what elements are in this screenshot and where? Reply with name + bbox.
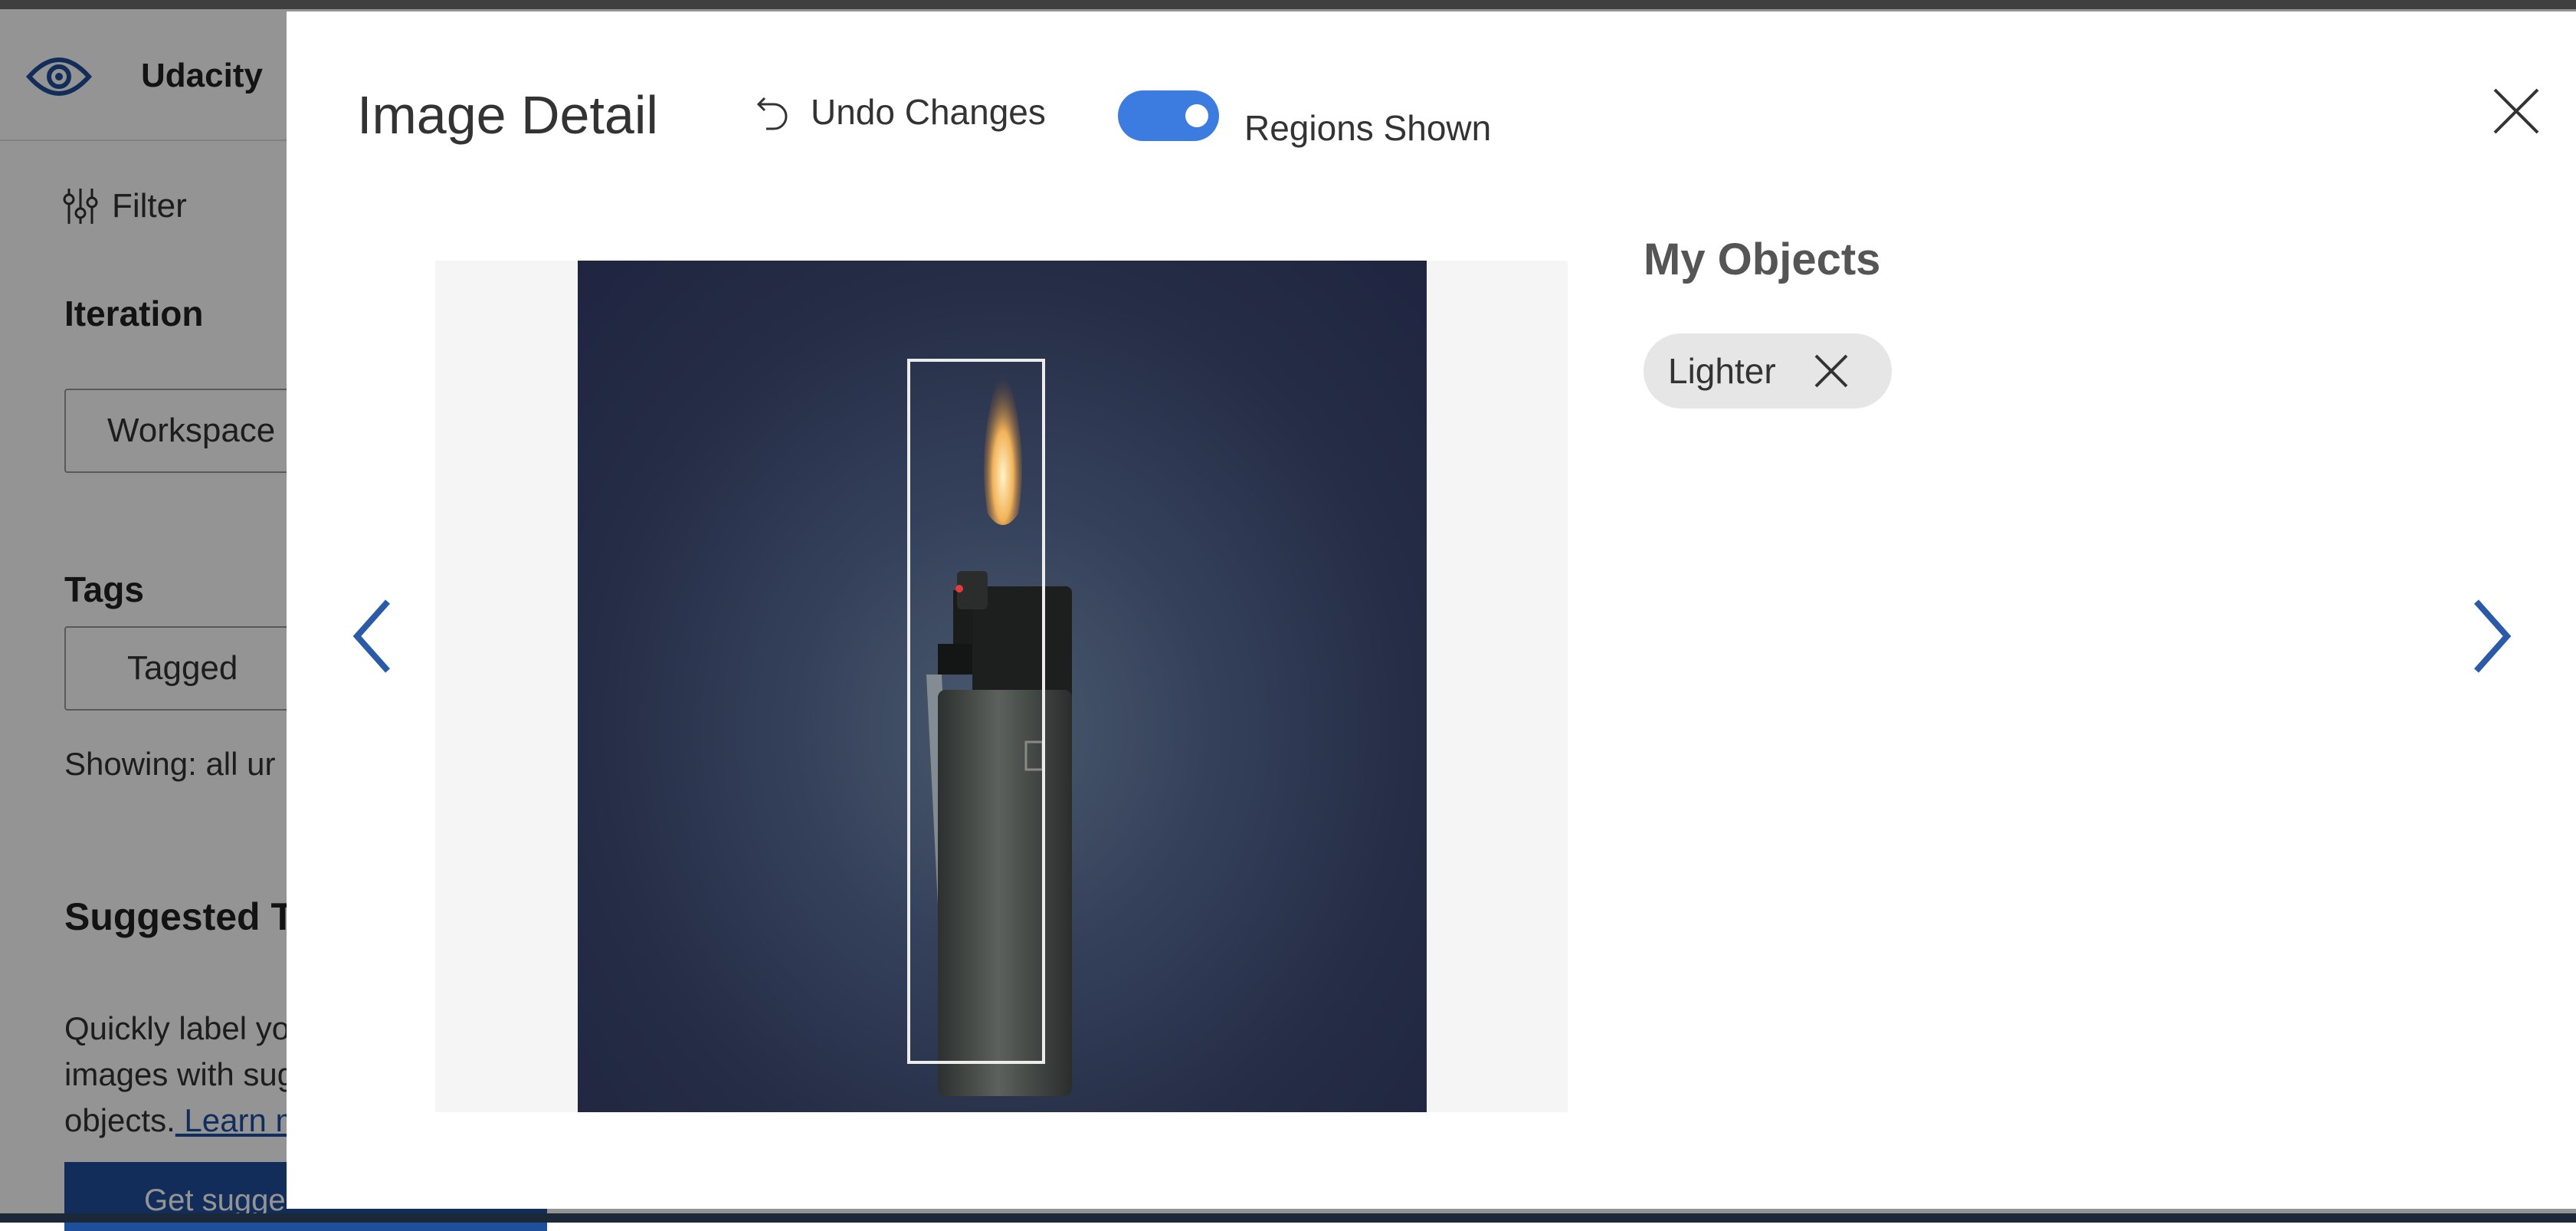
image-detail-dialog: Image Detail Undo Changes Regions Shown: [287, 11, 2576, 1209]
lighter-photo: [578, 261, 1427, 1112]
my-objects-heading: My Objects: [1644, 235, 1881, 284]
dialog-title: Image Detail: [357, 85, 658, 145]
undo-changes-label: Undo Changes: [811, 92, 1046, 132]
previous-image-arrow-icon[interactable]: [348, 594, 401, 678]
lighter-region-box[interactable]: [907, 359, 1045, 1064]
regions-shown-toggle[interactable]: [1118, 90, 1219, 141]
undo-changes-button[interactable]: Undo Changes: [755, 90, 1046, 133]
tag-chip-label: Lighter: [1668, 351, 1776, 391]
next-image-arrow-icon[interactable]: [2463, 594, 2516, 678]
remove-tag-icon[interactable]: [1811, 351, 1851, 391]
undo-icon: [756, 97, 788, 130]
toggle-knob: [1185, 104, 1208, 127]
close-icon[interactable]: [2486, 80, 2547, 142]
taskbar-strip: [0, 1213, 2576, 1223]
regions-shown-label: Regions Shown: [1244, 108, 1492, 148]
tag-chip-lighter: Lighter: [1644, 333, 1892, 409]
image-frame: [435, 261, 1568, 1112]
window-top-strip: [0, 0, 2576, 9]
